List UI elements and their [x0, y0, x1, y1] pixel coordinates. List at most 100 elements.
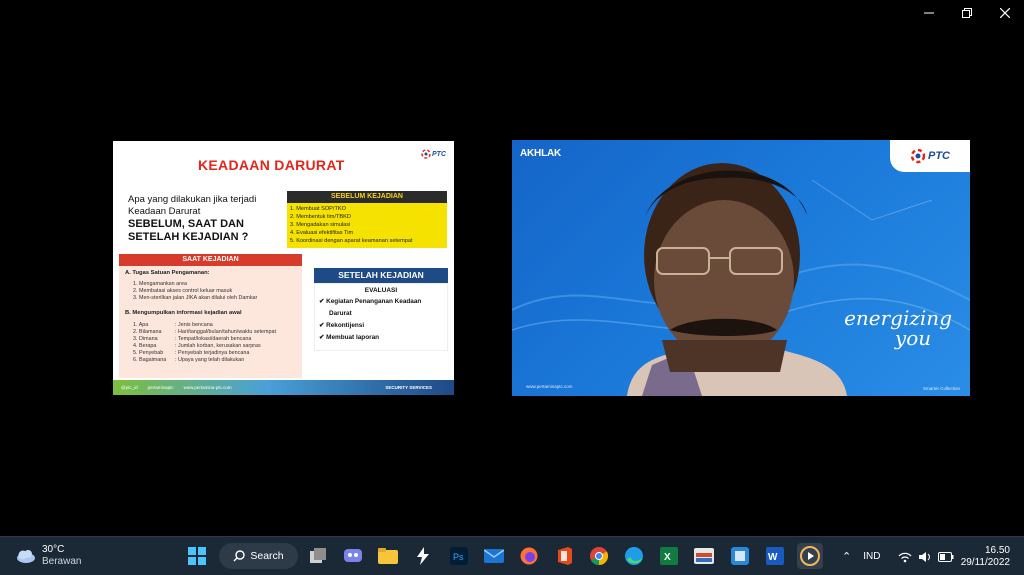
svg-text:W: W — [768, 552, 778, 563]
slogan: energizing you — [844, 308, 952, 348]
setelah-body: EVALUASI ✔ Kegiatan Penanganan Keadaan D… — [314, 283, 448, 351]
ptc-logo-text: PTC — [432, 150, 446, 158]
slogan-line: energizing — [844, 306, 952, 330]
app-thumbnail-icon — [694, 548, 714, 564]
ptc-logo: PTC — [421, 149, 446, 159]
restore-icon[interactable] — [948, 0, 986, 26]
info-value: : Tempat/lokasi/daerah bencana — [175, 336, 252, 342]
question-text: Apa yang dilakukan jika terjadi Keadaan … — [128, 194, 256, 218]
question-emphasis: SEBELUM, SAAT DAN SETELAH KEJADIAN ? — [128, 218, 248, 244]
app-button[interactable] — [410, 543, 436, 569]
file-explorer-button[interactable] — [375, 543, 401, 569]
footer-social: @ptc_id — [121, 385, 138, 390]
list-item: 5. Koordinasi dengan aparat keamanan set… — [290, 238, 413, 244]
teams-chat-button[interactable] — [340, 543, 366, 569]
clock-time: 16.50 — [984, 545, 1010, 556]
cloud-icon — [17, 550, 35, 563]
edge-icon — [625, 547, 643, 565]
app-button[interactable] — [727, 543, 753, 569]
firefox-button[interactable] — [516, 543, 542, 569]
participant-video[interactable]: AKHLAK PTC energizing you www.pertaminap… — [512, 140, 970, 396]
search-label: Search — [250, 550, 284, 562]
question-line: SEBELUM, SAAT DAN — [128, 218, 244, 230]
minimize-icon[interactable] — [910, 0, 948, 26]
task-view-icon — [310, 548, 326, 563]
info-row: 3. Dimana : Tempat/lokasi/daerah bencana — [125, 336, 296, 343]
list-item: 3. Mengadakan simulasi — [290, 222, 351, 228]
info-value: : Hari/tanggal/bulan/tahun/waktu setempa… — [175, 329, 276, 335]
footer-url: www.pertamina-ptc.com — [183, 385, 232, 390]
ptc-logo-icon — [910, 148, 926, 164]
person — [627, 163, 847, 396]
mail-icon — [484, 549, 504, 563]
info-value: : Penyebab terjadinya bencana — [175, 350, 250, 356]
photoshop-icon: Ps — [450, 547, 468, 565]
start-button[interactable] — [184, 543, 210, 569]
clock-date: 29/11/2022 — [960, 557, 1010, 568]
app-icon — [731, 547, 749, 565]
list-item: 4. Evaluasi efektifitas Tim — [290, 230, 354, 236]
close-icon[interactable] — [986, 0, 1024, 26]
photoshop-button[interactable]: Ps — [446, 543, 472, 569]
bolt-icon — [417, 547, 429, 565]
word-button[interactable]: W — [762, 543, 788, 569]
info-key: 5. Penyebab — [133, 350, 164, 356]
ptc-logo: PTC — [890, 140, 970, 172]
list-item: 1. Membuat SOP/TKO — [290, 206, 346, 212]
question-line: SETELAH KEJADIAN ? — [128, 231, 249, 243]
saat-header: SAAT KEJADIAN — [119, 254, 302, 266]
app-thumbnail-button[interactable] — [691, 543, 717, 569]
info-value: : Upaya yang telah dilakukan — [175, 357, 245, 363]
chrome-button[interactable] — [586, 543, 612, 569]
akhlak-logo: AKHLAK — [520, 148, 562, 159]
check-item: ✔ Membuat laporan — [319, 334, 380, 341]
weather-widget[interactable]: 30°C Berawan — [14, 544, 81, 568]
info-row: 6. Bagaimana: Upaya yang telah dilakukan — [125, 357, 296, 364]
search-button[interactable]: Search — [219, 543, 298, 569]
question-line: Apa yang dilakukan jika terjadi — [128, 194, 257, 205]
windows-icon — [188, 547, 206, 565]
info-row: 4. Berapa: Jumlah korban, kerusakan sarp… — [125, 343, 296, 350]
mail-button[interactable] — [481, 543, 507, 569]
check-item: ✔ Rekontijensi — [319, 322, 365, 329]
info-key: 2. Bilamana — [133, 329, 162, 335]
media-player-button[interactable] — [797, 543, 823, 569]
camera-caption: Smarter Collection — [922, 386, 960, 391]
info-value: : Jenis bencana — [175, 322, 213, 328]
evaluasi-label: EVALUASI — [364, 287, 398, 294]
setelah-header: SETELAH KEJADIAN — [314, 268, 448, 283]
window-controls — [910, 0, 1024, 26]
clock[interactable]: 16.50 29/11/2022 — [961, 545, 1010, 569]
info-row: 5. Penyebab : Penyebab terjadinya bencana — [125, 350, 296, 357]
wifi-icon[interactable] — [898, 551, 912, 563]
edge-button[interactable] — [621, 543, 647, 569]
folder-icon — [378, 548, 398, 564]
saat-section-b: B. Mengumpulkan informasi kejadian awal — [125, 310, 242, 316]
list-item: 3. Men-sterilkan jalan JIKA akan dilalui… — [133, 295, 258, 301]
saat-section-a: A. Tugas Satuan Pengamanan: — [125, 270, 210, 276]
task-view-button[interactable] — [305, 543, 331, 569]
office-button[interactable] — [551, 543, 577, 569]
chevron-up-icon[interactable]: ⌃ — [842, 550, 851, 563]
language-indicator[interactable]: IND — [863, 551, 880, 562]
saat-body: A. Tugas Satuan Pengamanan: 1. Mengamank… — [119, 266, 302, 378]
sebelum-list: 1. Membuat SOP/TKO 2. Membentuk tim/TBKD… — [287, 203, 447, 248]
list-item: 2. Membentuk tim/TBKD — [290, 214, 351, 220]
question-line: Keadaan Darurat — [128, 206, 201, 217]
slide-footer: @ptc_id pertaminaptc www.pertamina-ptc.c… — [113, 380, 454, 395]
slogan-line: you — [894, 326, 932, 350]
play-icon — [800, 546, 820, 566]
slide-title: KEADAAN DARURAT — [198, 157, 345, 173]
system-tray: ⌃ IND — [842, 537, 954, 575]
search-icon — [233, 550, 246, 562]
excel-button[interactable]: X — [656, 543, 682, 569]
volume-icon[interactable] — [918, 551, 932, 563]
check-item: ✔ Kegiatan Penanganan Keadaan — [319, 298, 422, 305]
ptc-logo-text: PTC — [928, 150, 950, 162]
list-item: 2. Membatasi akses control keluar masuk — [133, 288, 233, 294]
camera-url: www.pertaminaptc.com — [526, 384, 573, 389]
list-item: 1. Mengamankan area — [133, 281, 187, 287]
info-key: 3. Dimana — [133, 336, 158, 342]
battery-icon[interactable] — [938, 551, 954, 562]
sebelum-header: SEBELUM KEJADIAN — [287, 191, 447, 203]
